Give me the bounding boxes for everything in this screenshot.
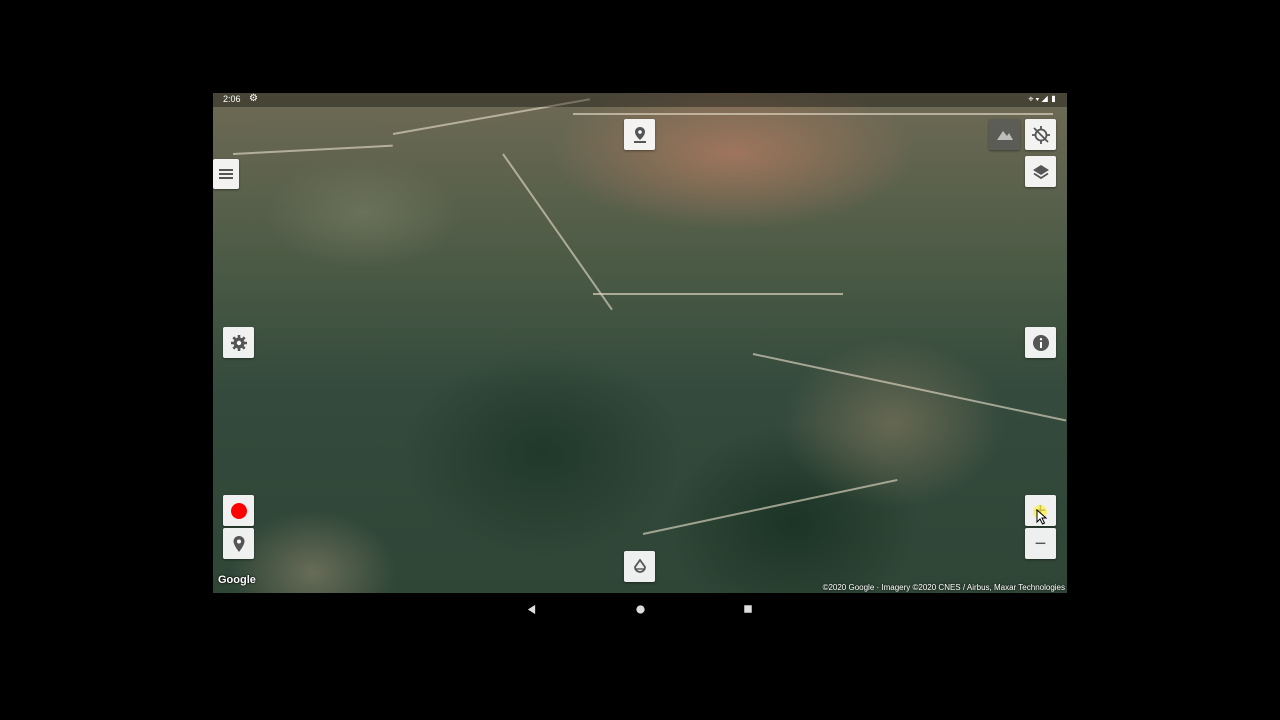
center-button[interactable] [624, 551, 655, 582]
settings-button[interactable] [223, 327, 254, 358]
recents-icon [744, 605, 752, 613]
status-bar: 2:06 ⚙ ⌖▾◢▮ [213, 93, 1067, 107]
mouse-cursor-icon [1036, 509, 1048, 525]
home-button[interactable] [632, 601, 648, 617]
zoom-out-label: − [1034, 532, 1047, 555]
layers-icon [1032, 164, 1049, 179]
info-button[interactable] [1025, 327, 1056, 358]
location-icon: ⌖ [1028, 94, 1036, 104]
map-road [573, 113, 1053, 115]
waypoint-button[interactable] [624, 119, 655, 150]
marker-button[interactable] [223, 528, 254, 559]
gps-toggle-button[interactable] [1025, 119, 1056, 150]
waypoint-icon [633, 126, 646, 143]
recents-button[interactable] [740, 601, 756, 617]
terrain-icon [996, 130, 1013, 140]
home-icon [635, 604, 645, 614]
record-button[interactable] [223, 495, 254, 526]
status-time: 2:06 [223, 94, 241, 104]
gear-icon: ⚙ [249, 93, 258, 104]
marker-icon [233, 535, 244, 552]
map-type-toggle[interactable] [989, 119, 1020, 150]
back-button[interactable] [523, 601, 539, 617]
map-road [232, 144, 393, 155]
map-road [752, 353, 1067, 422]
signal-icon: ◢ [1041, 94, 1051, 104]
map-road [502, 153, 613, 311]
record-icon [230, 502, 247, 519]
gps-off-icon [1031, 125, 1050, 144]
center-icon [633, 557, 646, 573]
info-icon [1032, 334, 1049, 351]
layers-button[interactable] [1025, 156, 1056, 187]
menu-button[interactable] [213, 159, 239, 189]
google-logo: Google [218, 574, 256, 586]
map-attribution: ©2020 Google · Imagery ©2020 CNES / Airb… [822, 583, 1065, 592]
zoom-out-button[interactable]: − [1025, 528, 1056, 559]
satellite-map[interactable] [213, 93, 1067, 593]
battery-icon: ▮ [1050, 94, 1059, 104]
device-screen: 2:06 ⚙ ⌖▾◢▮ + [213, 93, 1067, 625]
gear-icon [230, 334, 247, 351]
menu-icon [219, 169, 233, 179]
navigation-bar [213, 593, 1067, 625]
map-road [642, 478, 898, 535]
back-icon [527, 604, 535, 614]
map-road [593, 293, 843, 295]
status-icons: ⌖▾◢▮ [1028, 94, 1059, 105]
